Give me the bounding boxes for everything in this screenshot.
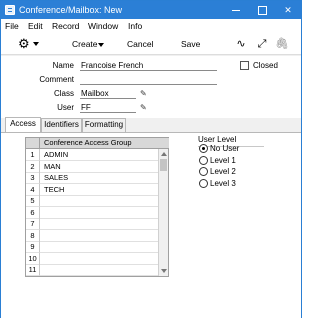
menu-window[interactable]: Window	[88, 20, 118, 32]
row-number: 8	[26, 229, 40, 242]
closed-checkbox[interactable]	[240, 61, 249, 70]
pencil-icon[interactable]: ✎	[140, 103, 147, 113]
radio-button[interactable]	[199, 144, 208, 153]
user-level-option[interactable]: Level 3	[199, 178, 269, 189]
user-label: User	[57, 103, 74, 112]
close-button[interactable]: ✕	[275, 1, 301, 19]
table-row[interactable]: 5	[26, 195, 158, 207]
user-level-option[interactable]: No User	[199, 143, 269, 154]
name-label: Name	[52, 61, 74, 70]
access-group-cell[interactable]: MAN	[40, 161, 158, 173]
table-row[interactable]: 10	[26, 252, 158, 265]
record-header-form: Name Francoise French Comment Class Mail…	[1, 56, 301, 118]
table-scrollbar[interactable]	[158, 149, 168, 276]
expand-icon[interactable]: ⤢	[255, 37, 269, 51]
save-button[interactable]: Save	[181, 38, 200, 50]
class-field[interactable]: Mailbox	[80, 89, 136, 99]
access-group-cell[interactable]	[40, 253, 158, 265]
maximize-button[interactable]	[249, 1, 275, 19]
access-group-cell[interactable]	[40, 230, 158, 242]
radio-label: Level 3	[210, 178, 236, 188]
scroll-up-icon[interactable]	[161, 152, 167, 156]
table-row[interactable]: 7	[26, 218, 158, 230]
access-group-cell[interactable]	[40, 241, 158, 253]
access-group-cell[interactable]: TECH	[40, 184, 158, 196]
menu-info[interactable]: Info	[128, 20, 142, 32]
tab-identifiers[interactable]: Identifiers	[41, 118, 82, 132]
access-group-column-header: Conference Access Group	[40, 138, 169, 149]
access-group-table: Conference Access Group 1 ADMIN 2 MAN 3 SALES…	[25, 137, 169, 277]
access-group-cell[interactable]	[40, 264, 158, 276]
cancel-button[interactable]: Cancel	[127, 38, 153, 50]
radio-button[interactable]	[199, 155, 208, 165]
menu-bar: File Edit Record Window Info	[1, 19, 301, 33]
wave-icon[interactable]: ∿	[234, 37, 248, 51]
table-row[interactable]: 2 MAN	[26, 160, 158, 173]
menu-file[interactable]: File	[5, 20, 19, 32]
toolbar: ⚙ Create Cancel Save ∿ ⤢ 🖇	[1, 33, 301, 55]
closed-label: Closed	[253, 61, 278, 70]
menu-record[interactable]: Record	[52, 20, 79, 32]
record-window: Conference/Mailbox: New ✕ File Edit Reco…	[0, 0, 302, 318]
menu-edit[interactable]: Edit	[28, 20, 43, 32]
row-number: 1	[26, 149, 40, 161]
table-row[interactable]: 8	[26, 229, 158, 242]
user-level-option[interactable]: Level 1	[199, 155, 269, 166]
table-row[interactable]: 9	[26, 241, 158, 253]
comment-field[interactable]	[80, 75, 217, 85]
radio-label: No User	[210, 144, 240, 153]
row-number: 10	[26, 252, 40, 265]
row-number: 3	[26, 172, 40, 184]
chevron-down-icon[interactable]	[33, 42, 39, 46]
table-row[interactable]: 4 TECH	[26, 183, 158, 196]
table-row[interactable]: 11	[26, 264, 158, 276]
row-number: 7	[26, 218, 40, 230]
access-group-cell[interactable]: SALES	[40, 172, 158, 184]
access-group-cell[interactable]	[40, 218, 158, 230]
pencil-icon[interactable]: ✎	[140, 89, 147, 99]
table-row[interactable]: 3 SALES	[26, 172, 158, 184]
create-dropdown-icon[interactable]	[98, 43, 104, 47]
radio-label: Level 1	[210, 155, 236, 165]
gear-icon[interactable]: ⚙	[18, 37, 32, 51]
table-row[interactable]: 1 ADMIN	[26, 149, 158, 161]
access-group-cell[interactable]	[40, 207, 158, 219]
tab-formatting[interactable]: Formatting	[82, 118, 126, 132]
access-group-cell[interactable]	[40, 195, 158, 207]
user-field[interactable]: FF	[80, 103, 136, 113]
window-title: Conference/Mailbox: New	[19, 5, 123, 15]
create-button[interactable]: Create	[72, 38, 98, 50]
user-level-option[interactable]: Level 2	[199, 166, 269, 177]
app-icon	[5, 5, 15, 15]
table-row[interactable]: 6	[26, 206, 158, 219]
row-number: 2	[26, 160, 40, 173]
title-bar: Conference/Mailbox: New ✕	[1, 1, 301, 19]
radio-button[interactable]	[199, 178, 208, 188]
grid-corner	[26, 138, 40, 149]
row-number: 6	[26, 206, 40, 219]
radio-button[interactable]	[199, 167, 208, 176]
tab-access[interactable]: Access	[5, 117, 41, 132]
name-field[interactable]: Francoise French	[80, 61, 217, 71]
row-number: 5	[26, 195, 40, 207]
scroll-down-icon[interactable]	[161, 269, 167, 273]
paperclip-icon[interactable]: 🖇	[275, 37, 289, 51]
minimize-button[interactable]	[223, 1, 249, 19]
row-number: 9	[26, 241, 40, 253]
scroll-thumb[interactable]	[160, 159, 167, 171]
row-number: 4	[26, 183, 40, 196]
comment-label: Comment	[39, 75, 74, 84]
row-number: 11	[26, 264, 40, 276]
access-group-cell[interactable]: ADMIN	[40, 149, 158, 161]
tab-bar: Access Identifiers Formatting	[1, 117, 301, 132]
radio-label: Level 2	[210, 167, 236, 176]
class-label: Class	[53, 89, 74, 98]
